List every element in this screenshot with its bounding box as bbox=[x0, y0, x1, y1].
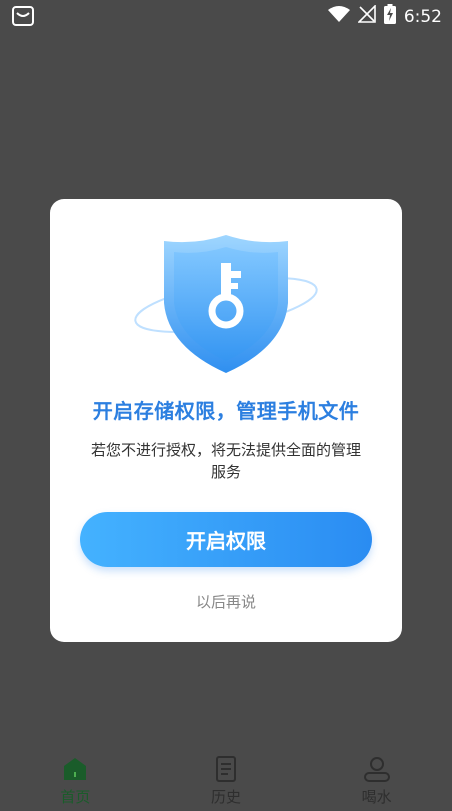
bottom-nav: 首页 历史 喝水 bbox=[0, 748, 452, 811]
status-icons: 6:52 bbox=[327, 4, 442, 29]
battery-charging-icon bbox=[383, 4, 396, 29]
document-icon bbox=[211, 754, 241, 784]
no-signal-icon bbox=[356, 4, 376, 28]
status-time: 6:52 bbox=[403, 6, 442, 27]
later-link[interactable]: 以后再说 bbox=[50, 591, 402, 612]
nav-item-water[interactable]: 喝水 bbox=[301, 748, 452, 811]
user-icon bbox=[362, 754, 392, 784]
screen: 6:52 开启存储权限，管理手机文件 若您不进行授权，将无法提供全面的管理服务 … bbox=[0, 0, 452, 811]
dialog-description: 若您不进行授权，将无法提供全面的管理服务 bbox=[90, 441, 361, 481]
status-bar: 6:52 bbox=[0, 0, 452, 32]
enable-permission-button[interactable]: 开启权限 bbox=[80, 512, 372, 567]
nav-label-water: 喝水 bbox=[361, 788, 392, 806]
notification-icon bbox=[12, 6, 34, 26]
nav-item-home[interactable]: 首页 bbox=[0, 748, 151, 811]
nav-item-history[interactable]: 历史 bbox=[151, 748, 302, 811]
wifi-icon bbox=[327, 5, 350, 28]
nav-label-history: 历史 bbox=[211, 788, 242, 806]
permission-dialog: 开启存储权限，管理手机文件 若您不进行授权，将无法提供全面的管理服务 开启权限 … bbox=[50, 199, 402, 642]
nav-label-home: 首页 bbox=[60, 788, 91, 806]
shield-key-icon bbox=[128, 229, 324, 379]
dialog-title: 开启存储权限，管理手机文件 bbox=[92, 399, 360, 423]
home-icon bbox=[60, 754, 90, 784]
